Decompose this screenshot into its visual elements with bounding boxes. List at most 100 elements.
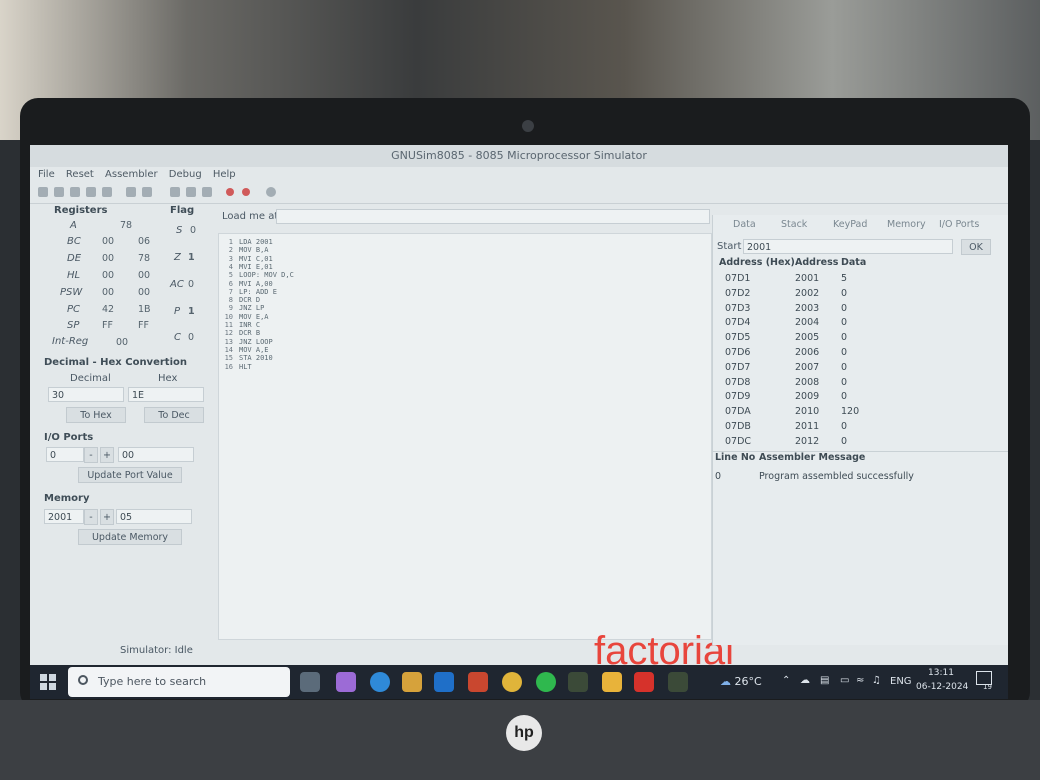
step-out-icon[interactable] <box>202 187 212 197</box>
hp-logo: hp <box>506 715 542 751</box>
port-value-input[interactable]: 00 <box>118 447 194 462</box>
weather-temp: 26°C <box>734 675 762 688</box>
battery-icon[interactable]: ▭ <box>840 675 849 686</box>
cell-data: 0 <box>841 332 848 344</box>
new-file-icon[interactable] <box>38 187 48 197</box>
tab-data[interactable]: Data <box>733 219 756 230</box>
language-indicator[interactable]: ENG <box>890 676 912 687</box>
volume-icon[interactable]: ♫ <box>872 675 881 686</box>
table-row[interactable]: 07D3 2003 0 <box>713 303 1008 318</box>
assemble-icon[interactable] <box>126 187 136 197</box>
port-input[interactable]: 0 <box>46 447 84 462</box>
menu-debug[interactable]: Debug <box>169 167 202 183</box>
tab-stack[interactable]: Stack <box>781 219 807 230</box>
table-row[interactable]: 07D2 2002 0 <box>713 288 1008 303</box>
table-row[interactable]: 07DB 2011 0 <box>713 421 1008 436</box>
onedrive-icon[interactable]: ☁ <box>800 675 810 686</box>
message-header: Line No Assembler Message <box>713 451 1008 469</box>
line-number: 8 <box>228 296 233 305</box>
powerpoint-icon[interactable] <box>468 672 488 692</box>
task-view-icon[interactable] <box>300 672 320 692</box>
tab-keypad[interactable]: KeyPad <box>833 219 867 230</box>
cell-addr: 2012 <box>795 435 820 447</box>
wifi-icon[interactable]: ≈ <box>856 675 864 686</box>
tab-io-ports[interactable]: I/O Ports <box>939 219 979 230</box>
line-number: 15 <box>224 354 233 363</box>
open-file-icon[interactable] <box>54 187 64 197</box>
cell-data: 0 <box>841 302 848 314</box>
code-editor[interactable]: 1 LDA 2001 2 MOV B,A 3 MVI C,01 4 MVI E,01 5 LOOP… <box>218 233 734 665</box>
windows-start-icon[interactable] <box>40 674 56 690</box>
stop-icon[interactable] <box>242 188 250 196</box>
memory-decrement-button[interactable]: - <box>84 509 98 525</box>
menu-reset[interactable]: Reset <box>66 167 94 183</box>
clock-time[interactable]: 13:11 <box>928 668 954 678</box>
gnusim-active-icon[interactable] <box>668 672 688 692</box>
save-as-icon[interactable] <box>86 187 96 197</box>
update-memory-button[interactable]: Update Memory <box>78 529 182 545</box>
outlook-icon[interactable] <box>434 672 454 692</box>
table-row[interactable]: 07DA 2010 120 <box>713 406 1008 421</box>
file-explorer-icon[interactable] <box>602 672 622 692</box>
memory-value-input[interactable]: 05 <box>116 509 192 524</box>
table-row[interactable]: 07D1 2001 5 <box>713 273 1008 288</box>
port-increment-button[interactable]: + <box>100 447 114 463</box>
menu-help[interactable]: Help <box>213 167 236 183</box>
update-port-button[interactable]: Update Port Value <box>78 467 182 483</box>
memory-increment-button[interactable]: + <box>100 509 114 525</box>
edge-icon[interactable] <box>370 672 390 692</box>
menu-file[interactable]: File <box>38 167 55 183</box>
menu-assembler[interactable]: Assembler <box>105 167 158 183</box>
line-number: 9 <box>228 304 233 313</box>
run-icon[interactable] <box>142 187 152 197</box>
hex-label: Hex <box>158 373 178 384</box>
tab-memory[interactable]: Memory <box>887 219 926 230</box>
chevron-up-icon[interactable]: ⌃ <box>782 675 790 686</box>
flag-header: Flag <box>170 205 195 216</box>
memory-address-input[interactable]: 2001 <box>44 509 84 524</box>
cell-data: 5 <box>841 273 848 284</box>
whatsapp-icon[interactable] <box>536 672 556 692</box>
table-row[interactable]: 07D9 2009 0 <box>713 391 1008 406</box>
line-number: 14 <box>224 345 233 354</box>
ok-button[interactable]: OK <box>961 239 991 255</box>
to-dec-button[interactable]: To Dec <box>144 407 204 423</box>
settings-icon[interactable] <box>266 187 276 197</box>
store-icon[interactable] <box>402 672 422 692</box>
weather[interactable]: ☁ 26°C <box>720 675 762 688</box>
menu-bar: File Reset Assembler Debug Help <box>30 167 1008 183</box>
step-over-icon[interactable] <box>186 187 196 197</box>
notification-count: 19 <box>983 683 992 691</box>
table-row[interactable]: 07D6 2006 0 <box>713 347 1008 362</box>
start-address-input[interactable]: 2001 <box>743 239 953 254</box>
decimal-input[interactable]: 30 <box>48 387 124 402</box>
step-in-icon[interactable] <box>170 187 180 197</box>
wps-office-icon[interactable] <box>634 672 654 692</box>
load-me-at-label: Load me at <box>222 211 279 222</box>
gnusim-icon[interactable] <box>568 672 588 692</box>
table-row[interactable]: 07D4 2004 0 <box>713 317 1008 332</box>
cell-addr: 2007 <box>795 361 820 373</box>
port-decrement-button[interactable]: - <box>84 447 98 463</box>
cell-data: 120 <box>841 406 860 418</box>
network-icon[interactable]: ▤ <box>820 675 829 686</box>
print-icon[interactable] <box>102 187 112 197</box>
table-row[interactable]: 07DC 2012 0 <box>713 436 1008 451</box>
clock-date[interactable]: 06-12-2024 <box>916 682 968 692</box>
cell-data: 0 <box>841 391 848 403</box>
chrome-icon[interactable] <box>502 672 522 692</box>
to-hex-button[interactable]: To Hex <box>66 407 126 423</box>
hex-input[interactable]: 1E <box>128 387 204 402</box>
copilot-icon[interactable] <box>336 672 356 692</box>
cell-data: 0 <box>841 347 848 358</box>
code-line: 4 MVI E,01 <box>219 263 273 271</box>
save-icon[interactable] <box>70 187 80 197</box>
line-number: 10 <box>224 312 233 321</box>
load-address-input[interactable] <box>276 209 710 224</box>
table-row[interactable]: 07D5 2005 0 <box>713 332 1008 347</box>
breakpoint-icon[interactable] <box>226 188 234 196</box>
taskbar-search[interactable]: Type here to search <box>68 667 290 697</box>
table-row[interactable]: 07D8 2008 0 <box>713 377 1008 392</box>
code-text: INR C <box>239 321 261 329</box>
table-row[interactable]: 07D7 2007 0 <box>713 362 1008 377</box>
